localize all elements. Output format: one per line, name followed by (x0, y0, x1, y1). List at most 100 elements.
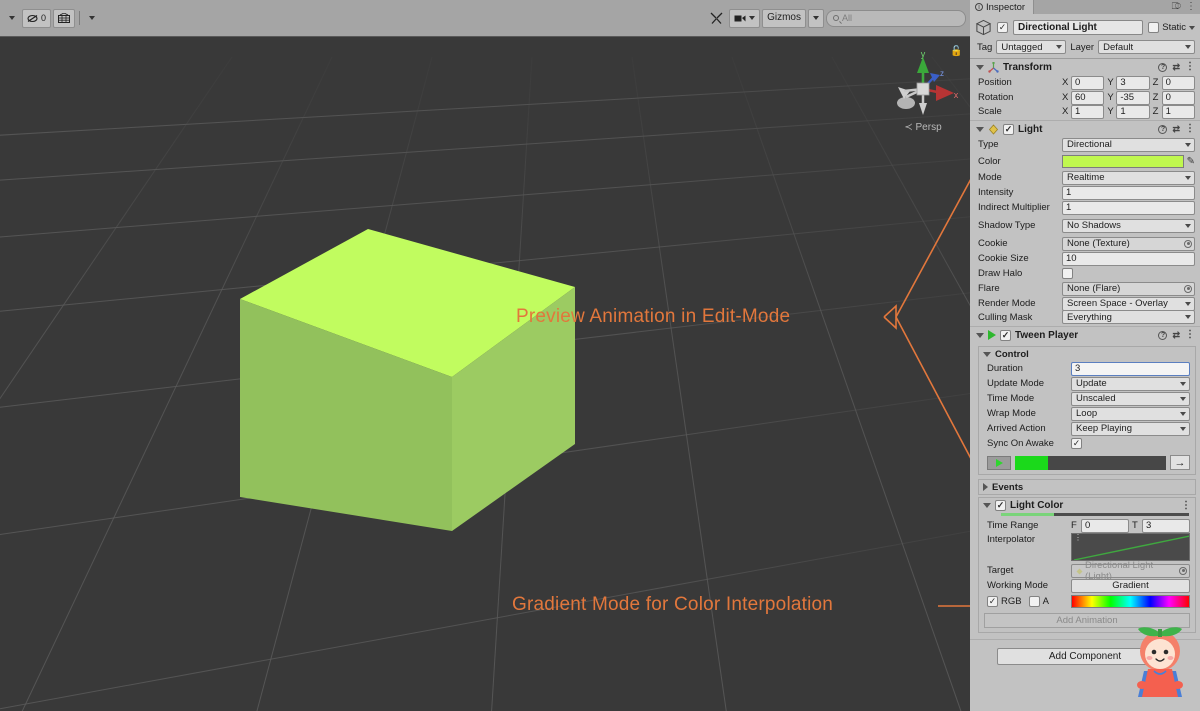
light-type-dropdown[interactable]: Directional (1062, 137, 1195, 152)
cookie-size-field[interactable]: 10 (1062, 251, 1195, 266)
rgb-checkbox[interactable]: ✓ (987, 596, 998, 607)
tween-player-header[interactable]: ✓ Tween Player ? ⇄ ⋮ (970, 327, 1200, 343)
interpolator-handle-icon[interactable]: ⋮ (1074, 534, 1082, 542)
time-from-field[interactable]: 0 (1081, 518, 1129, 533)
kebab-menu-icon[interactable]: ⋮ (1185, 330, 1195, 340)
scale-y-field[interactable]: 1 (1116, 104, 1150, 119)
draw-halo-checkbox[interactable]: ✓ (1062, 268, 1073, 279)
position-y-field[interactable]: 3 (1116, 75, 1150, 90)
preset-icon[interactable]: ⇄ (1172, 62, 1180, 73)
working-mode-button[interactable]: Gradient (1071, 578, 1190, 593)
help-circle-icon[interactable]: ? (1158, 62, 1168, 72)
light-color-track-header[interactable]: ✓ Light Color ⋮ (979, 498, 1195, 513)
gameobject-name-field[interactable]: Directional Light (1013, 20, 1144, 35)
light-color-row: Color ✎ (970, 152, 1200, 170)
target-object-field[interactable]: Directional Light (Light) (1071, 560, 1190, 582)
culling-mask-dropdown[interactable]: Everything (1062, 310, 1195, 324)
foldout-arrow-icon[interactable] (983, 351, 991, 357)
tab-inspector[interactable]: i Inspector (970, 0, 1035, 14)
light-color-swatch[interactable] (1062, 154, 1184, 168)
kebab-menu-icon[interactable]: ⋮ (1181, 500, 1191, 510)
wrap-mode-dropdown[interactable]: Loop (1071, 406, 1190, 421)
timeline-play-button[interactable] (987, 455, 1011, 470)
scene-fx-dropdown[interactable] (84, 9, 100, 28)
scene-search-input[interactable]: All (826, 9, 966, 27)
help-circle-icon[interactable]: ? (1158, 124, 1168, 134)
gizmos-dropdown[interactable] (808, 8, 824, 28)
duration-field[interactable]: 3 (1071, 361, 1190, 376)
light-mode-dropdown[interactable]: Realtime (1062, 170, 1195, 185)
chevron-down-icon[interactable] (4, 9, 20, 28)
timeline-track[interactable] (1015, 455, 1166, 470)
chevron-down-icon[interactable] (1189, 25, 1195, 30)
object-picker-icon[interactable] (1179, 566, 1187, 575)
light-enabled-checkbox[interactable]: ✓ (1003, 123, 1014, 135)
interpolator-curve-field[interactable]: ⋮ (1071, 533, 1190, 561)
arrived-action-dropdown[interactable]: Keep Playing (1071, 421, 1190, 436)
render-mode-dropdown[interactable]: Screen Space - Overlay (1062, 296, 1195, 311)
kebab-menu-icon[interactable]: ⋮ (1185, 124, 1195, 134)
cookie-object-field[interactable]: None (Texture) (1062, 236, 1195, 251)
foldout-arrow-icon[interactable] (976, 332, 984, 338)
position-x-field[interactable]: 0 (1071, 75, 1105, 90)
rotation-x-axis-label: X (1062, 92, 1069, 103)
transform-icon (988, 61, 999, 73)
scene-orientation-gizmo[interactable]: y z x 🔓 ≺ Persp (884, 45, 962, 135)
shadow-type-dropdown[interactable]: No Shadows (1062, 218, 1195, 233)
kebab-menu-icon[interactable]: ⋮ (1186, 1, 1196, 11)
gizmos-button[interactable]: Gizmos (762, 8, 806, 28)
transform-header[interactable]: Transform ? ⇄ ⋮ (970, 59, 1200, 75)
preset-icon[interactable]: ⇄ (1172, 124, 1180, 135)
control-header[interactable]: Control (979, 347, 1195, 361)
kebab-menu-icon[interactable]: ⋮ (1185, 62, 1195, 72)
foldout-arrow-icon[interactable] (983, 483, 988, 491)
scene-camera-button[interactable] (729, 8, 761, 28)
sync-on-awake-checkbox[interactable]: ✓ (1071, 438, 1082, 449)
preset-icon[interactable]: ⇄ (1172, 330, 1180, 341)
scene-fx-button[interactable] (53, 8, 76, 28)
tag-dropdown[interactable]: Untagged (996, 40, 1067, 54)
scene-tools-button[interactable] (706, 9, 727, 28)
object-picker-icon[interactable] (1184, 239, 1192, 248)
rotation-z-field[interactable]: 0 (1161, 90, 1195, 105)
update-mode-dropdown[interactable]: Update (1071, 376, 1190, 391)
cube-gameobject-icon (975, 19, 992, 36)
scale-x-field[interactable]: 1 (1071, 104, 1105, 119)
scale-z-field[interactable]: 1 (1161, 104, 1195, 119)
timeline-step-button[interactable]: → (1170, 455, 1190, 470)
gizmo-y-cone (917, 57, 929, 73)
events-box: Events (978, 479, 1196, 495)
audio-mute-button[interactable]: 0 (22, 8, 52, 28)
alpha-checkbox[interactable]: ✓ (1028, 596, 1040, 607)
layer-dropdown[interactable]: Default (1098, 40, 1195, 54)
foldout-arrow-icon[interactable] (976, 126, 984, 132)
static-toggle-group[interactable]: ✓ Static (1148, 22, 1195, 33)
rotation-y-field[interactable]: -35 (1116, 90, 1150, 105)
wrap-mode-row: Wrap Mode Loop (979, 406, 1195, 421)
light-intensity-field[interactable]: 1 (1062, 185, 1195, 200)
position-z-field[interactable]: 0 (1161, 75, 1195, 90)
help-circle-icon[interactable]: ? (1158, 330, 1168, 340)
light-color-track-checkbox[interactable]: ✓ (995, 500, 1006, 511)
rotation-x-field[interactable]: 60 (1071, 90, 1105, 105)
gradient-preview-bar[interactable] (1071, 595, 1190, 608)
lock-open-icon[interactable]: 🔓 (950, 47, 962, 57)
time-mode-dropdown[interactable]: Unscaled (1071, 391, 1190, 406)
scene-cube-object[interactable] (240, 229, 575, 539)
gameobject-enabled-checkbox[interactable]: ✓ (997, 22, 1008, 33)
eyedropper-icon[interactable]: ✎ (1187, 156, 1195, 167)
foldout-arrow-icon[interactable] (983, 503, 991, 508)
static-checkbox[interactable]: ✓ (1148, 22, 1160, 33)
light-header[interactable]: ✓ Light ? ⇄ ⋮ (970, 121, 1200, 137)
gizmo-projection-label[interactable]: ≺ Persp (884, 122, 962, 133)
flare-object-field[interactable]: None (Flare) (1062, 281, 1195, 296)
tween-player-enabled-checkbox[interactable]: ✓ (1000, 329, 1011, 341)
search-icon (833, 15, 839, 21)
foldout-arrow-icon[interactable] (976, 64, 984, 70)
indirect-multiplier-field[interactable]: 1 (1062, 200, 1195, 215)
tag-label: Tag (977, 41, 993, 53)
events-header[interactable]: Events (979, 480, 1195, 494)
object-picker-icon[interactable] (1184, 284, 1192, 293)
lock-open-icon[interactable]: ⎄ (1171, 1, 1181, 12)
time-to-field[interactable]: 3 (1142, 518, 1190, 533)
